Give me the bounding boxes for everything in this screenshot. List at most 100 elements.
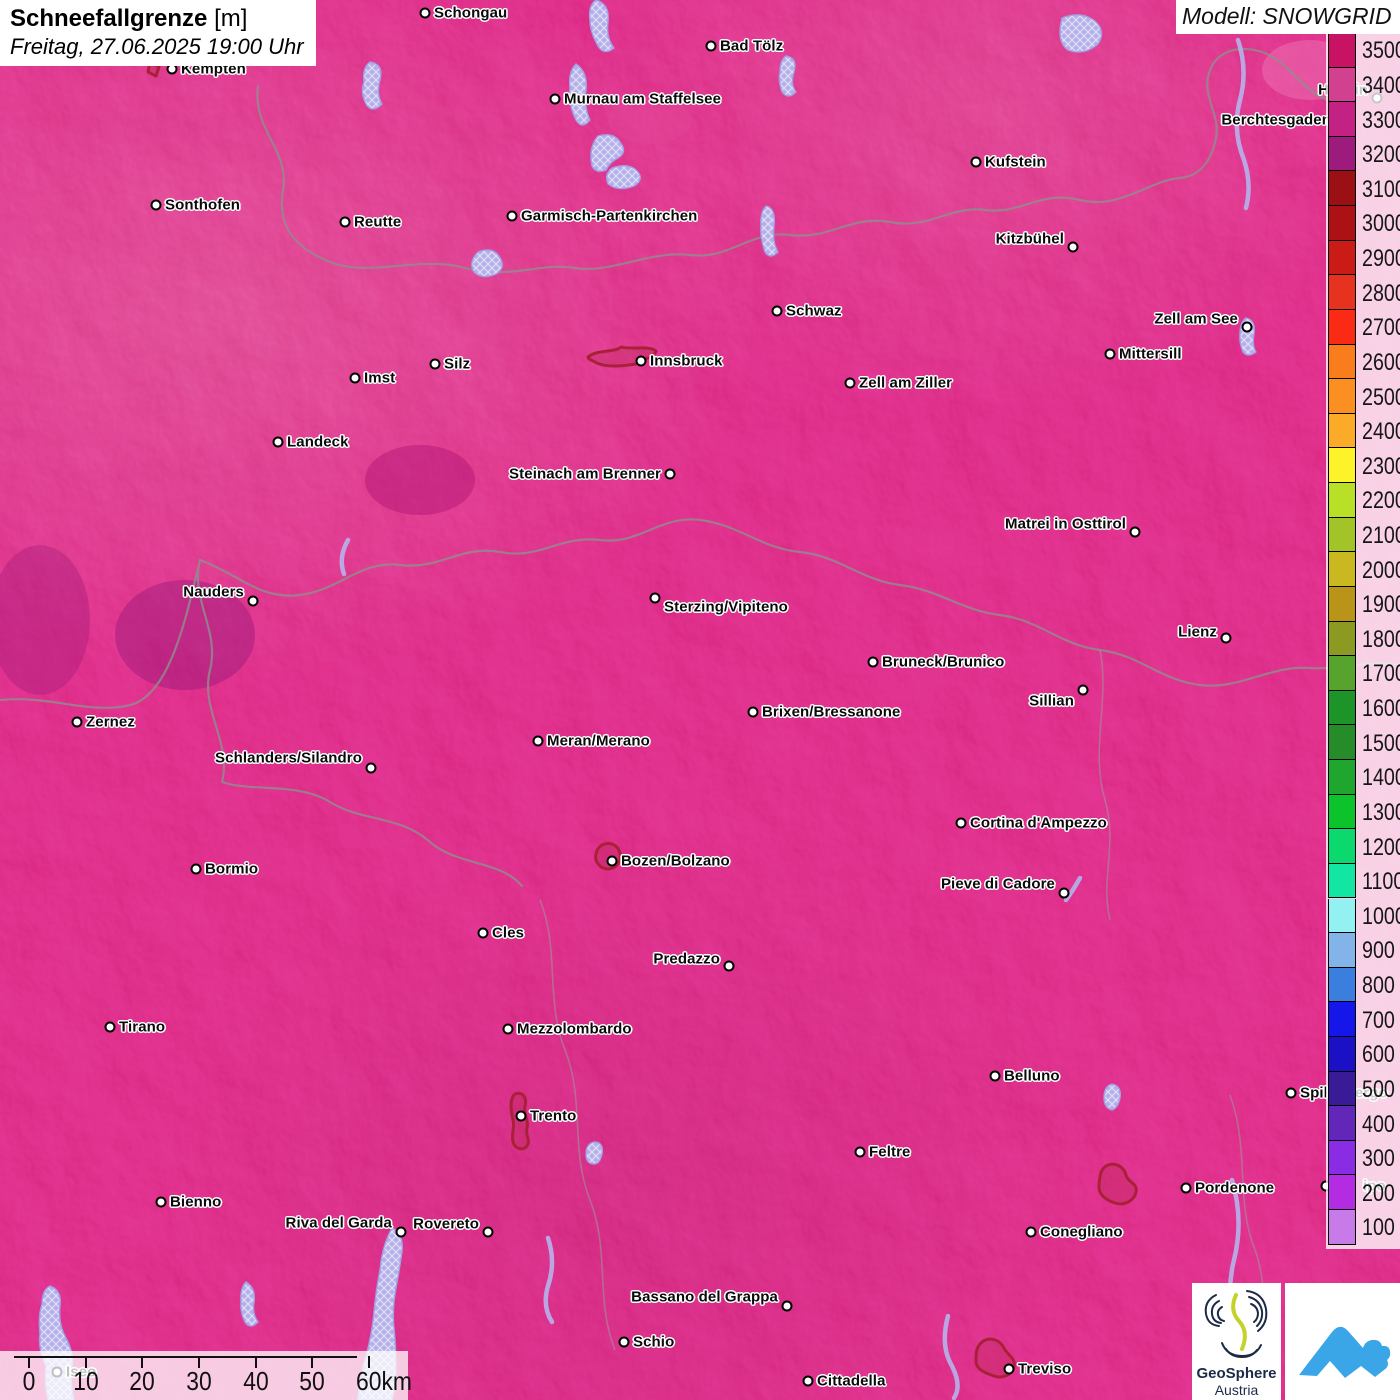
- city-label: Bienno: [170, 1194, 221, 1211]
- colorbar-segment: [1328, 1210, 1356, 1245]
- city-label: Feltre: [869, 1144, 910, 1161]
- city-label: Belluno: [1004, 1068, 1060, 1085]
- scalebar-tick-label: 40: [243, 1366, 268, 1397]
- city-dot: [772, 306, 783, 317]
- colorbar-tick-label: 1000: [1362, 903, 1398, 931]
- city-label: Schongau: [434, 5, 507, 22]
- city-label: Cortina d'Ampezzo: [970, 815, 1107, 832]
- city-dot: [665, 469, 676, 480]
- city-label: Reutte: [354, 214, 401, 231]
- city-dot: [1059, 888, 1070, 899]
- city-dot: [845, 378, 856, 389]
- city-dot: [420, 8, 431, 19]
- colorbar-segment: [1328, 137, 1356, 172]
- scalebar-tick-label: 0: [23, 1366, 36, 1397]
- geosphere-logo-line2: Austria: [1192, 1382, 1281, 1398]
- city-dot: [273, 437, 284, 448]
- city-dot: [151, 200, 162, 211]
- city-dot: [156, 1197, 167, 1208]
- colorbar-segment: [1328, 68, 1356, 103]
- city-label: Innsbruck: [650, 353, 723, 370]
- colorbar-segment: [1328, 725, 1356, 760]
- city-dot: [1286, 1088, 1297, 1099]
- colorbar-tick-label: 3200: [1362, 141, 1398, 169]
- colorbar-segment: [1328, 622, 1356, 657]
- city-dot: [868, 657, 879, 668]
- colorbar-segment: [1328, 656, 1356, 691]
- city-dot: [478, 928, 489, 939]
- city-label: Cittadella: [817, 1373, 886, 1390]
- colorbar-tick-label: 2300: [1362, 453, 1398, 481]
- geosphere-austria-logo: GeoSphere Austria: [1192, 1283, 1281, 1400]
- city-dot: [1181, 1183, 1192, 1194]
- colorbar-tick-label: 1900: [1362, 591, 1398, 619]
- city-label: Berchtesgaden: [1221, 112, 1331, 129]
- city-dot: [724, 961, 735, 972]
- colorbar-segment: [1328, 795, 1356, 830]
- colorbar-tick-label: 800: [1362, 972, 1398, 1000]
- city-label: Imst: [364, 370, 395, 387]
- city-dot: [248, 596, 259, 607]
- colorbar-segment: [1328, 552, 1356, 587]
- distance-scalebar: 0102030405060km: [0, 1351, 408, 1400]
- city-label: Bozen/Bolzano: [621, 853, 730, 870]
- colorbar-segment: [1328, 1072, 1356, 1107]
- colorbar-tick-label: 900: [1362, 937, 1398, 965]
- colorbar-segment: [1328, 691, 1356, 726]
- colorbar-tick-label: 500: [1362, 1076, 1398, 1104]
- city-dot: [350, 373, 361, 384]
- city-label: Rovereto: [413, 1216, 479, 1233]
- city-label: Schwaz: [786, 303, 842, 320]
- scalebar-tick-label: 50: [299, 1366, 324, 1397]
- city-label: Schio: [633, 1334, 674, 1351]
- colorbar-tick-label: 1200: [1362, 834, 1398, 862]
- colorbar-tick-label: 3500: [1362, 37, 1398, 65]
- colorbar-segment: [1328, 414, 1356, 449]
- title-box: Schneefallgrenze [m] Freitag, 27.06.2025…: [0, 0, 316, 66]
- city-label: Bormio: [205, 861, 258, 878]
- colorbar-tick-label: 300: [1362, 1145, 1398, 1173]
- geosphere-logo-line1: GeoSphere: [1192, 1366, 1281, 1382]
- title-text: Schneefallgrenze: [10, 5, 207, 32]
- title-datetime: Freitag, 27.06.2025 19:00 Uhr: [10, 33, 304, 60]
- city-label: Bassano del Grappa: [631, 1289, 778, 1306]
- colorbar-tick-label: 400: [1362, 1111, 1398, 1139]
- colorbar-tick-label: 200: [1362, 1180, 1398, 1208]
- city-dot: [990, 1071, 1001, 1082]
- scalebar-tick-label: 10: [73, 1366, 98, 1397]
- city-label: Kitzbühel: [996, 231, 1064, 248]
- title-unit: [m]: [214, 5, 247, 32]
- city-label: Sterzing/Vipiteno: [664, 599, 788, 616]
- colorbar-segment: [1328, 275, 1356, 310]
- city-label: Schlanders/Silandro: [215, 750, 362, 767]
- scalebar-line: [14, 1356, 357, 1358]
- colorbar-segment: [1328, 379, 1356, 414]
- colorbar-segment: [1328, 899, 1356, 934]
- colorbar-segment: [1328, 345, 1356, 380]
- city-dot: [855, 1147, 866, 1158]
- city-dot: [516, 1111, 527, 1122]
- city-label: Matrei in Osttirol: [1005, 516, 1126, 533]
- colorbar-segment: [1328, 33, 1356, 68]
- colorbar-segment: [1328, 1106, 1356, 1141]
- colorbar-segment: [1328, 1175, 1356, 1210]
- city-dot: [105, 1022, 116, 1033]
- colorbar-segment: [1328, 206, 1356, 241]
- city-label: Riva del Garda: [286, 1215, 392, 1232]
- city-label: Pordenone: [1195, 1180, 1274, 1197]
- city-dot: [550, 94, 561, 105]
- city-label: Bruneck/Brunico: [882, 654, 1004, 671]
- colorbar-tick-label: 1500: [1362, 730, 1398, 758]
- colorbar-tick-label: 700: [1362, 1007, 1398, 1035]
- city-label: Zernez: [86, 714, 135, 731]
- model-label: Modell: SNOWGRID: [1176, 0, 1400, 34]
- city-label: Sonthofen: [165, 197, 240, 214]
- city-dot: [340, 217, 351, 228]
- city-label: Lienz: [1178, 624, 1217, 641]
- colorbar-segment: [1328, 587, 1356, 622]
- colorbar-segment: [1328, 864, 1356, 899]
- colorbar-segment: [1328, 1141, 1356, 1176]
- colorbar-tick-label: 1100: [1362, 868, 1398, 896]
- colorbar-tick-label: 3300: [1362, 107, 1398, 135]
- city-dot: [619, 1337, 630, 1348]
